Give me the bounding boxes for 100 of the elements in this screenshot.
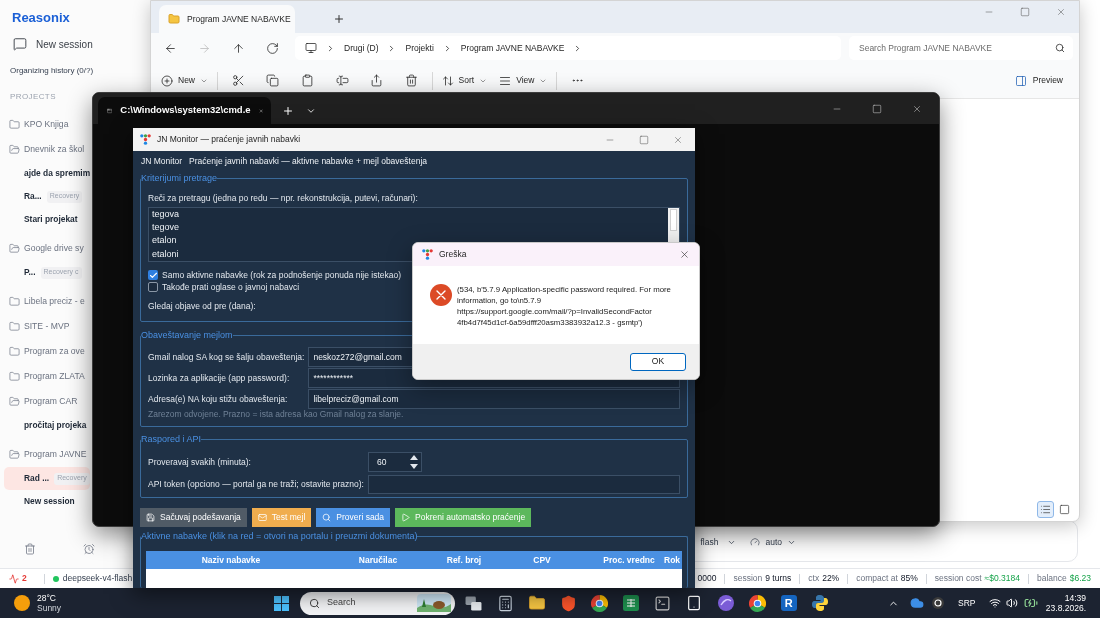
status-label: session [733, 572, 763, 585]
field-label: Adresa(e) NA koju stižu obaveštenja: [148, 392, 289, 406]
text-field[interactable]: libelpreciz@gmail.com [308, 389, 680, 409]
task-view-icon[interactable] [465, 595, 483, 611]
terminal-tab[interactable]: C:\Windows\system32\cmd.e [98, 97, 271, 124]
status-value: ≈$0.3184 [984, 572, 1020, 585]
text-field[interactable] [367, 475, 680, 494]
toolbar-button[interactable]: View [493, 67, 554, 94]
weather-condition: Sunny [37, 603, 62, 613]
share-icon[interactable] [370, 74, 384, 87]
search-icon [1055, 43, 1065, 53]
terminal-icon[interactable] [654, 594, 672, 612]
folder-icon[interactable] [527, 594, 546, 612]
save-settings-button[interactable]: Sačuvaj podešavanja [140, 508, 247, 527]
project-item[interactable]: Program JAVNE [0, 442, 89, 467]
battery-icon[interactable] [1023, 596, 1038, 610]
project-item[interactable]: Program ZLATA [0, 364, 87, 389]
round-badge-icon[interactable] [931, 597, 944, 609]
down-triangle-icon[interactable] [409, 464, 418, 469]
back-arrow-icon[interactable] [163, 41, 177, 55]
side-panel-icon [1014, 74, 1027, 87]
toolbar-button[interactable]: Sort [435, 67, 494, 94]
weather-temperature: 28°C [37, 593, 57, 603]
plus-circle-icon [161, 74, 173, 87]
view-mode-button[interactable] [1037, 500, 1054, 518]
scissors-icon[interactable] [231, 74, 245, 87]
status-label: compact at [856, 572, 898, 585]
keyword-line: tegova [152, 208, 180, 221]
tile-view-icon [1059, 503, 1070, 515]
windows-logo-icon[interactable] [273, 595, 289, 611]
toolbar-button[interactable]: New [155, 67, 214, 94]
checkbox[interactable] [148, 282, 158, 292]
project-item[interactable]: KPO Knjiga [0, 112, 71, 137]
close-icon[interactable] [912, 103, 922, 114]
clock[interactable]: 14:39 23.8.2026. [1045, 593, 1086, 613]
keyword-line: etaloni [152, 247, 179, 261]
session-item[interactable]: Stari projekat [4, 208, 90, 231]
hint-text: Zarezom odvojene. Prazno = ista adresa kao Gmail nalog za slanje. [148, 408, 404, 421]
rename-icon[interactable] [335, 74, 349, 87]
checkbox-label: Samo aktivne nabavke (rok za podnošenje ponuda nije istekao) [162, 268, 402, 282]
mode-dropdown[interactable]: auto [745, 532, 801, 552]
search-field[interactable]: Search Program JAVNE NABAVKE [849, 36, 1073, 60]
new-session-button[interactable]: New session [0, 30, 93, 58]
sort-arrows-icon [441, 74, 454, 87]
field-label: Gledaj objave od pre (dana): [148, 299, 256, 313]
taskbar-search-field[interactable]: Search [300, 591, 455, 615]
project-item[interactable]: Dnevnik za škol [0, 137, 87, 162]
spreadsheet-icon[interactable] [623, 595, 640, 611]
ok-button[interactable]: OK [630, 352, 686, 371]
tablet-icon[interactable] [686, 595, 703, 611]
session-item[interactable]: ajde da spremim [4, 162, 90, 185]
trash-icon[interactable] [24, 543, 36, 555]
explorer-tab[interactable]: Program JAVNE NABAVKE [159, 5, 295, 33]
chevron-right-icon [326, 43, 335, 53]
breadcrumb[interactable]: Program JAVNE NABAVKE [460, 41, 565, 55]
trash-icon[interactable] [404, 74, 418, 87]
language-indicator[interactable]: SRP [958, 596, 976, 610]
field-value: libelpreciz@gmail.com [313, 392, 399, 406]
project-item[interactable]: Libela preciz - e [0, 289, 87, 314]
project-item[interactable]: Program CAR [0, 389, 80, 414]
section-heading: PROJECTS [10, 91, 56, 103]
number-spinbox[interactable]: 60 [367, 452, 422, 472]
letter-app-icon[interactable]: R [780, 595, 797, 611]
session-item[interactable]: New session [4, 490, 90, 513]
calculator-icon[interactable] [496, 594, 514, 612]
project-item[interactable]: Google drive sy [0, 236, 86, 261]
orb-icon[interactable] [717, 595, 734, 611]
breadcrumb[interactable]: Projekti [405, 41, 434, 55]
close-icon[interactable] [678, 249, 690, 260]
browser-icon[interactable] [748, 594, 766, 612]
error-icon [430, 284, 452, 306]
shield-icon[interactable] [559, 594, 577, 612]
checkbox-label: Takođe prati oglase o javnoj nabavci [162, 280, 300, 294]
clipboard-icon[interactable] [301, 74, 314, 87]
snake-logo-icon[interactable] [812, 595, 829, 611]
speaker-icon[interactable] [1005, 597, 1018, 609]
model-dropdown[interactable]: flash [695, 532, 742, 552]
project-item[interactable]: Program za ove [0, 339, 87, 364]
alarm-clock-icon[interactable] [83, 543, 95, 555]
preview-button[interactable]: Preview [1008, 67, 1069, 94]
copy-icon[interactable] [266, 74, 280, 87]
up-arrow-icon[interactable] [231, 41, 245, 55]
chat-bubble-icon [13, 37, 27, 51]
list-view-icon [1040, 503, 1051, 515]
lines-icon [499, 74, 512, 87]
checkbox[interactable] [148, 270, 158, 280]
browser-icon[interactable] [591, 594, 609, 612]
up-triangle-icon[interactable] [409, 455, 418, 460]
status-value: 22% [822, 572, 840, 585]
address-bar[interactable]: Drugi (D) Projekti Program JAVNE NABAVKE [295, 36, 841, 60]
field-value: neskoz272@gmail.com [313, 350, 402, 364]
new-tab-icon[interactable] [282, 104, 294, 117]
wifi-icon[interactable] [988, 597, 1001, 609]
new-tab-icon[interactable] [333, 13, 345, 25]
session-item[interactable]: pročitaj projeka [4, 414, 90, 437]
project-item[interactable]: SITE - MVP [0, 314, 72, 339]
refresh-icon[interactable] [265, 41, 279, 55]
breadcrumb[interactable]: Drugi (D) [344, 41, 379, 55]
cloud-icon[interactable] [909, 596, 924, 610]
sun-icon [14, 595, 30, 611]
